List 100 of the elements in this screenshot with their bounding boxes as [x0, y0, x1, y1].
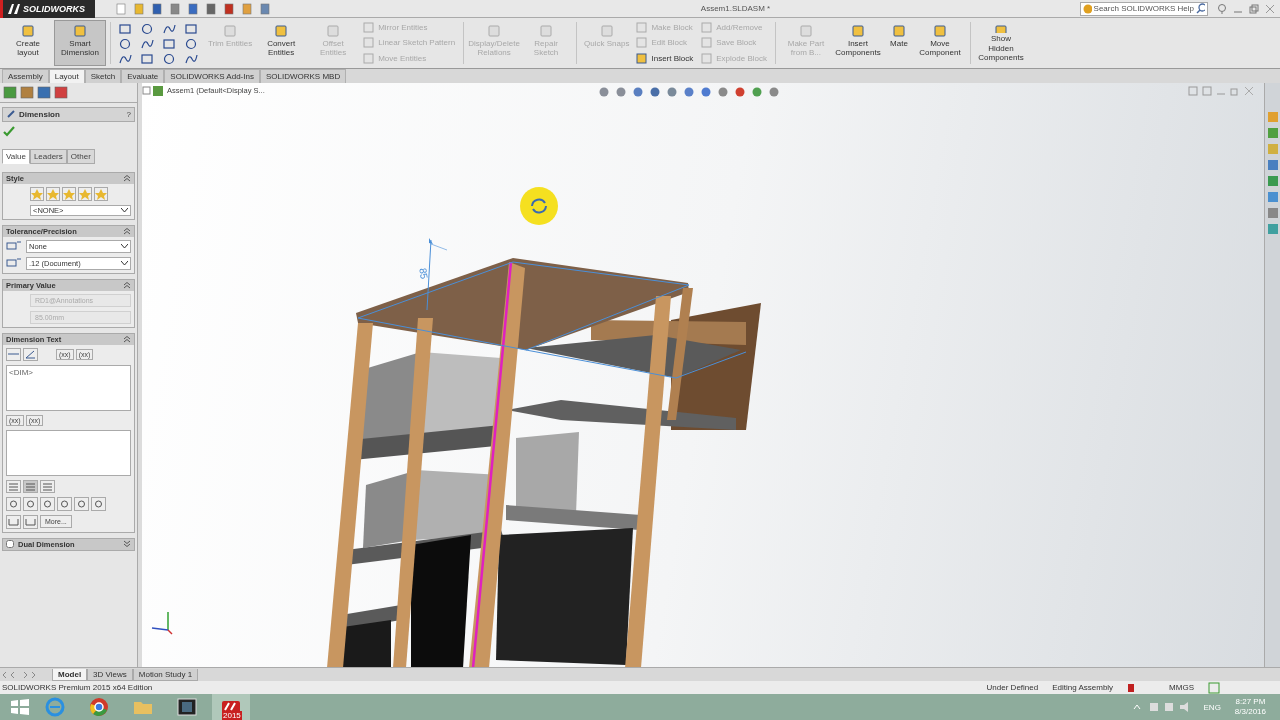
ribbon-button[interactable]: Mate	[883, 20, 914, 66]
toolbar-icon[interactable]	[205, 2, 217, 15]
toolbar-icon[interactable]	[151, 2, 163, 15]
view-tool-icon[interactable]	[666, 86, 679, 98]
symbol-icon[interactable]	[23, 515, 38, 529]
toolbar-icon[interactable]	[223, 2, 235, 15]
view-tool-icon[interactable]	[700, 86, 713, 98]
ribbon-button[interactable]: Smart Dimension	[54, 20, 106, 66]
view-tab[interactable]: Motion Study 1	[132, 668, 199, 681]
style-icon[interactable]	[61, 187, 76, 201]
ribbon-tab[interactable]: Layout	[48, 69, 85, 83]
ribbon-button[interactable]: Create layout	[2, 20, 54, 66]
toolbar-icon[interactable]	[259, 2, 271, 15]
ribbon-button[interactable]: Show Hidden Components	[974, 20, 1027, 66]
view-tool-icon[interactable]	[717, 86, 730, 98]
sketch-tool-icon[interactable]	[119, 23, 133, 36]
start-icon[interactable]	[10, 698, 30, 716]
symbol-icon[interactable]	[6, 515, 21, 529]
close-icon[interactable]	[1264, 2, 1276, 15]
chevron-icon[interactable]	[123, 540, 131, 549]
panel-tab-icon[interactable]	[54, 86, 68, 99]
align-icon[interactable]	[6, 480, 21, 493]
view-tool-icon[interactable]	[683, 86, 696, 98]
panel-tab-icon[interactable]	[37, 86, 51, 99]
ribbon-tab[interactable]: SOLIDWORKS MBD	[259, 69, 347, 83]
view-tool-icon[interactable]	[649, 86, 662, 98]
toolbar-icon[interactable]	[241, 2, 253, 15]
toolbar-icon[interactable]	[133, 2, 145, 15]
panel-tab-icon[interactable]	[20, 86, 34, 99]
ribbon-button[interactable]: Insert Components	[831, 20, 884, 66]
sketch-tool-icon[interactable]	[163, 53, 177, 66]
help-link[interactable]: ?	[126, 110, 131, 119]
view-tool-icon[interactable]	[598, 86, 611, 98]
symbol-icon[interactable]	[74, 497, 89, 511]
ribbon-button[interactable]: Convert Entities	[255, 20, 308, 66]
close-icon[interactable]	[1244, 86, 1254, 96]
sketch-tool-icon[interactable]	[141, 23, 155, 36]
task-pane-icon[interactable]	[1266, 223, 1279, 235]
view-tab[interactable]: 3D Views	[87, 668, 133, 681]
panel-tab-icon[interactable]	[3, 86, 17, 99]
symbol-icon[interactable]	[91, 497, 106, 511]
style-icon[interactable]	[29, 187, 44, 201]
sketch-tool-icon[interactable]	[119, 53, 133, 66]
panel-tab[interactable]: Leaders	[29, 149, 67, 164]
task-pane-icon[interactable]	[1266, 175, 1279, 187]
task-pane-icon[interactable]	[1266, 191, 1279, 203]
taskbar-app[interactable]: 2015	[212, 694, 250, 720]
tool-icon	[850, 24, 865, 38]
symbol-icon[interactable]	[23, 497, 38, 511]
ribbon-tab[interactable]: SOLIDWORKS Add-Ins	[164, 69, 260, 83]
assembly-icon[interactable]	[142, 86, 164, 96]
style-icon[interactable]	[45, 187, 60, 201]
align-icon[interactable]	[23, 480, 38, 493]
view-tool-icon[interactable]	[632, 86, 645, 98]
toolbar-icon[interactable]	[187, 2, 199, 15]
ribbon-tab[interactable]: Sketch	[84, 69, 122, 83]
panel-tab[interactable]: Other	[66, 149, 95, 164]
chevron-icon[interactable]	[123, 227, 131, 236]
checkmark-icon[interactable]	[3, 126, 15, 137]
toolbar-icon[interactable]	[169, 2, 181, 15]
style-icon[interactable]	[77, 187, 92, 201]
sketch-tool-icon[interactable]	[141, 38, 155, 51]
panel-tab[interactable]: Value	[2, 149, 30, 164]
align-icon[interactable]	[40, 480, 55, 493]
search-field[interactable]: Search SOLIDWORKS Help	[1080, 1, 1208, 16]
app-logo[interactable]: SOLIDWORKS	[0, 0, 95, 18]
text-area[interactable]	[6, 430, 131, 476]
sketch-tool-icon[interactable]	[119, 38, 133, 51]
view-tool-icon[interactable]	[615, 86, 628, 98]
view-tool-icon[interactable]	[751, 86, 764, 98]
symbol-icon[interactable]	[6, 497, 21, 511]
view-tab[interactable]: Model	[52, 668, 88, 681]
angle-icon[interactable]	[23, 348, 38, 361]
symbol-icon[interactable]	[57, 497, 72, 511]
units-selector[interactable]: MMGS	[1169, 683, 1194, 692]
sketch-tool-icon[interactable]	[141, 53, 155, 66]
text-area[interactable]: <DIM>	[6, 365, 131, 411]
ribbon-button[interactable]: Move Component	[913, 20, 966, 66]
sketch-tool-icon[interactable]	[185, 23, 199, 36]
restore-icon[interactable]	[1230, 86, 1240, 96]
chevron-icon[interactable]	[123, 174, 131, 183]
view-tool-icon[interactable]	[734, 86, 747, 98]
checkbox[interactable]	[6, 540, 14, 549]
symbol-icon[interactable]	[40, 497, 55, 511]
view-tool-icon[interactable]	[768, 86, 781, 98]
ribbon-button[interactable]: Insert Block	[634, 51, 696, 65]
sketch-tool-icon[interactable]	[185, 38, 199, 51]
chevron-icon[interactable]	[123, 335, 131, 344]
task-pane-icon[interactable]	[1266, 159, 1279, 171]
tool-icon	[326, 24, 341, 38]
ribbon-tab[interactable]: Assembly	[2, 69, 49, 83]
sketch-tool-icon[interactable]	[163, 38, 177, 51]
task-pane-icon[interactable]	[1266, 127, 1279, 139]
task-pane-icon[interactable]	[1266, 207, 1279, 219]
chevron-icon[interactable]	[123, 281, 131, 290]
sketch-tool-icon[interactable]	[163, 23, 177, 36]
style-icon[interactable]	[93, 187, 108, 201]
restore-icon[interactable]	[1248, 2, 1260, 15]
ribbon-tab[interactable]: Evaluate	[121, 69, 165, 83]
sketch-tool-icon[interactable]	[185, 53, 199, 66]
